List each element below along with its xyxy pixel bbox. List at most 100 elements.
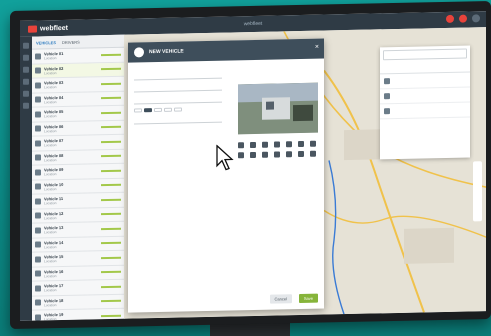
- excavator-icon[interactable]: [286, 151, 292, 158]
- close-icon[interactable]: ×: [315, 44, 319, 51]
- vehicle-icon: [35, 299, 41, 306]
- nav-messages-icon[interactable]: [23, 90, 29, 97]
- vehicle-location: Location: [44, 143, 57, 148]
- vehicle-location: Location: [44, 259, 57, 264]
- vehicle-icon: [384, 93, 390, 100]
- tractor-icon[interactable]: [298, 140, 304, 148]
- status-bar: [101, 314, 121, 317]
- scooter-icon[interactable]: [310, 150, 316, 157]
- vehicle-icon: [384, 108, 390, 115]
- status-bar: [101, 68, 121, 71]
- nav-map-icon[interactable]: [23, 42, 29, 49]
- vehicle-icon: [35, 227, 41, 234]
- type-option[interactable]: [154, 107, 162, 113]
- field-input[interactable]: [134, 94, 222, 105]
- vehicle-location: Location: [44, 157, 57, 163]
- truck-icon[interactable]: [262, 141, 268, 148]
- top-icons: [446, 14, 480, 23]
- vehicle-icon: [35, 111, 41, 118]
- vehicle-icon: [35, 96, 41, 103]
- vehicle-icon: [35, 67, 41, 74]
- trailer-icon[interactable]: [286, 141, 292, 148]
- alert-icon[interactable]: [446, 14, 454, 23]
- vehicle-location: Location: [44, 273, 57, 279]
- vehicle-location: Location: [44, 99, 57, 105]
- vehicle-photo[interactable]: [238, 82, 318, 135]
- van-icon[interactable]: [250, 141, 256, 149]
- panel-row[interactable]: [380, 102, 470, 120]
- nav-reports-icon[interactable]: [23, 78, 29, 85]
- field-input[interactable]: [134, 82, 222, 93]
- vehicle-icon: [35, 241, 41, 248]
- status-bar: [101, 198, 121, 201]
- tab-vehicles[interactable]: VEHICLES: [36, 40, 56, 45]
- vehicle-icon-picker: [238, 140, 318, 159]
- type-option[interactable]: [174, 107, 182, 112]
- app-logo[interactable]: webfleet: [28, 24, 69, 33]
- vehicle-icon: [35, 154, 41, 161]
- status-bar: [101, 140, 121, 143]
- vehicle-icon: [35, 285, 41, 292]
- vehicle-icon: [384, 78, 390, 85]
- window-title: webfleet: [243, 20, 263, 28]
- type-option[interactable]: [144, 108, 152, 113]
- vehicle-icon: [35, 125, 41, 132]
- forklift-icon[interactable]: [298, 150, 304, 158]
- pickup-icon[interactable]: [262, 151, 268, 158]
- type-option[interactable]: [164, 107, 172, 112]
- vehicle-icon: [35, 212, 41, 219]
- vehicle-location: Location: [44, 186, 57, 192]
- type-option[interactable]: [134, 108, 142, 113]
- vehicle-icon: [35, 314, 41, 321]
- vehicle-icon: [35, 198, 41, 205]
- nav-vehicles-icon[interactable]: [23, 54, 29, 61]
- vehicle-location: Location: [44, 128, 57, 134]
- vehicle-icon: [35, 82, 41, 89]
- vehicle-location: Location: [44, 201, 57, 206]
- field-input[interactable]: [134, 114, 222, 125]
- zoom-slider[interactable]: [473, 161, 482, 222]
- vehicle-location: Location: [44, 70, 57, 76]
- crane-icon[interactable]: [238, 152, 244, 159]
- field-input[interactable]: [134, 70, 222, 81]
- nav-settings-icon[interactable]: [23, 102, 29, 109]
- status-bar: [101, 256, 121, 259]
- mouse-cursor-icon: [216, 144, 234, 171]
- status-bar: [101, 271, 121, 274]
- nav-drivers-icon[interactable]: [23, 66, 29, 73]
- user-icon[interactable]: [472, 14, 480, 23]
- vehicle-location: Location: [44, 244, 57, 250]
- status-bar: [101, 82, 121, 85]
- bike-icon[interactable]: [310, 140, 316, 147]
- logo-text: webfleet: [40, 24, 69, 32]
- new-vehicle-dialog: NEW VEHICLE × Cancel Save: [128, 38, 324, 313]
- car-icon[interactable]: [238, 142, 244, 149]
- map-side-panel: [380, 45, 470, 160]
- status-bar: [101, 126, 121, 129]
- nav-rail: [20, 36, 32, 321]
- boat-icon[interactable]: [274, 151, 280, 158]
- bus-icon[interactable]: [274, 141, 280, 148]
- status-bar: [101, 227, 121, 230]
- tab-drivers[interactable]: DRIVERS: [62, 39, 80, 44]
- vehicle-location: Location: [44, 56, 57, 61]
- status-bar: [101, 155, 121, 158]
- vehicle-location: Location: [44, 215, 57, 221]
- notification-icon[interactable]: [459, 14, 467, 23]
- cancel-button[interactable]: Cancel: [269, 294, 292, 304]
- vehicle-location: Location: [44, 85, 57, 90]
- status-bar: [101, 53, 121, 56]
- vehicle-icon: [35, 256, 41, 263]
- tanker-icon[interactable]: [250, 151, 256, 159]
- save-button[interactable]: Save: [298, 293, 318, 304]
- dialog-title: NEW VEHICLE: [149, 48, 184, 56]
- vehicle-avatar-icon: [134, 47, 144, 58]
- vehicle-location: Location: [44, 302, 57, 308]
- vehicle-icon: [35, 140, 41, 147]
- panel-search-input[interactable]: [383, 48, 467, 61]
- status-bar: [101, 97, 121, 100]
- status-bar: [101, 300, 121, 303]
- status-bar: [101, 169, 121, 172]
- vehicle-icon: [35, 53, 41, 60]
- dialog-header: NEW VEHICLE ×: [128, 38, 324, 63]
